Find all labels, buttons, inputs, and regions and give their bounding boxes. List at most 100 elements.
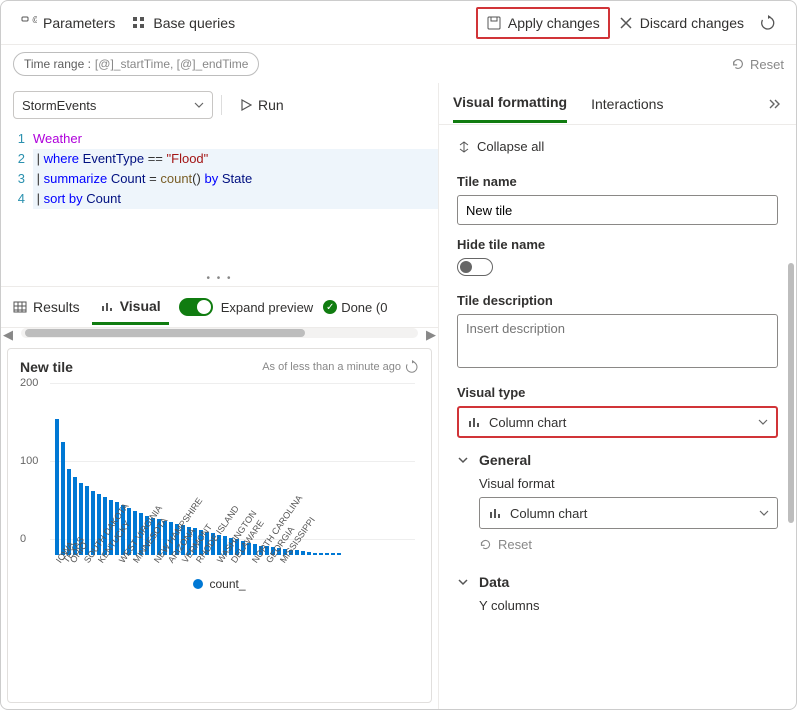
- bar: [55, 419, 59, 556]
- legend-swatch: [193, 579, 203, 589]
- tile-desc-input[interactable]: [457, 314, 778, 368]
- expand-preview-toggle[interactable]: [179, 298, 213, 316]
- undo-icon: [730, 56, 746, 72]
- tab-interactions[interactable]: Interactions: [591, 86, 663, 122]
- y-tick-200: 200: [20, 377, 38, 389]
- scroll-right-button[interactable]: ▶: [424, 328, 438, 342]
- bar: [331, 553, 335, 555]
- chevron-down-icon: [457, 454, 469, 466]
- query-editor[interactable]: 1 2 3 4 Weather | where EventType == "Fl…: [1, 127, 438, 211]
- svg-text:@: @: [32, 15, 37, 24]
- column-chart-icon: [467, 415, 481, 429]
- code-body[interactable]: Weather | where EventType == "Flood" | s…: [33, 127, 438, 211]
- chevron-down-icon: [457, 576, 469, 588]
- chart-timestamp: As of less than a minute ago: [262, 360, 419, 374]
- visual-type-value: Column chart: [489, 415, 566, 430]
- y-tick-0: 0: [20, 533, 26, 545]
- collapse-all-label: Collapse all: [477, 139, 544, 154]
- chart-card: New tile As of less than a minute ago 20…: [7, 348, 432, 703]
- refresh-button[interactable]: [752, 9, 784, 37]
- bar: [307, 552, 311, 555]
- database-value: StormEvents: [22, 98, 96, 113]
- tab-visual[interactable]: Visual: [92, 290, 169, 325]
- section-general[interactable]: General: [457, 452, 778, 468]
- time-range-pill[interactable]: Time range : [@]_startTime, [@]_endTime: [13, 52, 259, 76]
- close-icon: [618, 15, 634, 31]
- time-range-label: Time range :: [24, 57, 91, 71]
- scroll-left-button[interactable]: ◀: [1, 328, 15, 342]
- run-label: Run: [258, 97, 284, 113]
- refresh-chart-icon[interactable]: [405, 360, 419, 374]
- collapse-all-icon: [457, 140, 471, 154]
- column-chart-icon: [488, 506, 502, 520]
- bar: [61, 442, 65, 555]
- tab-visual-label: Visual: [120, 298, 161, 314]
- reset-general-label: Reset: [498, 537, 532, 552]
- time-range-row: Time range : [@]_startTime, [@]_endTime …: [1, 45, 796, 83]
- visual-type-select[interactable]: Column chart: [457, 406, 778, 438]
- y-columns-label: Y columns: [479, 598, 778, 613]
- hide-tile-label: Hide tile name: [457, 237, 778, 252]
- visual-format-label: Visual format: [479, 476, 778, 491]
- reset-general-button[interactable]: Reset: [479, 529, 532, 560]
- split-handle[interactable]: • • •: [1, 271, 438, 286]
- expand-preview-label: Expand preview: [221, 300, 314, 315]
- collapse-all-button[interactable]: Collapse all: [457, 133, 544, 160]
- general-label: General: [479, 452, 531, 468]
- done-label: Done (0: [341, 300, 387, 315]
- parameters-icon: @: [21, 15, 37, 31]
- collapse-panel-button[interactable]: [768, 97, 782, 111]
- right-pane: Visual formatting Interactions Collapse …: [439, 83, 796, 709]
- undo-icon: [479, 538, 492, 551]
- database-select[interactable]: StormEvents: [13, 91, 213, 119]
- apply-changes-button[interactable]: Apply changes: [476, 7, 610, 39]
- vertical-scrollbar[interactable]: [788, 263, 794, 523]
- bar: [337, 553, 341, 555]
- check-icon: ✓: [323, 300, 337, 314]
- tile-name-input[interactable]: [457, 195, 778, 225]
- bar: [301, 551, 305, 555]
- top-toolbar: @ Parameters Base queries Apply changes …: [1, 1, 796, 45]
- time-range-value: [@]_startTime, [@]_endTime: [95, 57, 249, 71]
- apply-changes-label: Apply changes: [508, 15, 600, 31]
- play-icon: [240, 99, 252, 111]
- bar: [325, 553, 329, 555]
- horizontal-scrollbar[interactable]: [21, 328, 418, 338]
- section-data[interactable]: Data: [457, 574, 778, 590]
- parameters-button[interactable]: @ Parameters: [13, 9, 123, 37]
- reset-time-button[interactable]: Reset: [730, 56, 784, 72]
- results-tabstrip: Results Visual Expand preview ✓ Done (0: [1, 286, 438, 328]
- visual-type-label: Visual type: [457, 385, 778, 400]
- table-icon: [13, 300, 27, 314]
- grid-icon: [131, 15, 147, 31]
- y-tick-100: 100: [20, 455, 38, 467]
- discard-changes-label: Discard changes: [640, 15, 744, 31]
- tile-name-label: Tile name: [457, 174, 778, 189]
- bar: [313, 553, 317, 555]
- chart-legend: count_: [20, 569, 419, 593]
- visual-format-value: Column chart: [510, 506, 587, 521]
- bar: [319, 553, 323, 555]
- hide-tile-toggle[interactable]: [457, 258, 493, 276]
- chevron-down-icon: [194, 100, 204, 110]
- save-icon: [486, 15, 502, 31]
- right-tabstrip: Visual formatting Interactions: [439, 83, 796, 125]
- legend-label: count_: [209, 577, 245, 591]
- refresh-icon: [760, 15, 776, 31]
- gutter: 1 2 3 4: [1, 127, 33, 211]
- reset-time-label: Reset: [750, 57, 784, 72]
- base-queries-button[interactable]: Base queries: [123, 9, 243, 37]
- tab-visual-formatting[interactable]: Visual formatting: [453, 84, 567, 123]
- run-button[interactable]: Run: [230, 93, 294, 117]
- chevron-down-icon: [759, 508, 769, 518]
- visual-format-select[interactable]: Column chart: [479, 497, 778, 529]
- left-pane: StormEvents Run 1 2 3 4 Weath: [1, 83, 439, 709]
- chevron-down-icon: [758, 417, 768, 427]
- x-axis-labels: IOWATEXASOHIOSOUTH DAKOTAKENTUCKYWEST VI…: [20, 559, 419, 569]
- done-status: ✓ Done (0: [323, 300, 387, 315]
- bar-chart-icon: [100, 299, 114, 313]
- discard-changes-button[interactable]: Discard changes: [610, 9, 752, 37]
- tab-results-label: Results: [33, 299, 80, 315]
- tab-results[interactable]: Results: [5, 291, 88, 323]
- chart-title: New tile: [20, 359, 73, 375]
